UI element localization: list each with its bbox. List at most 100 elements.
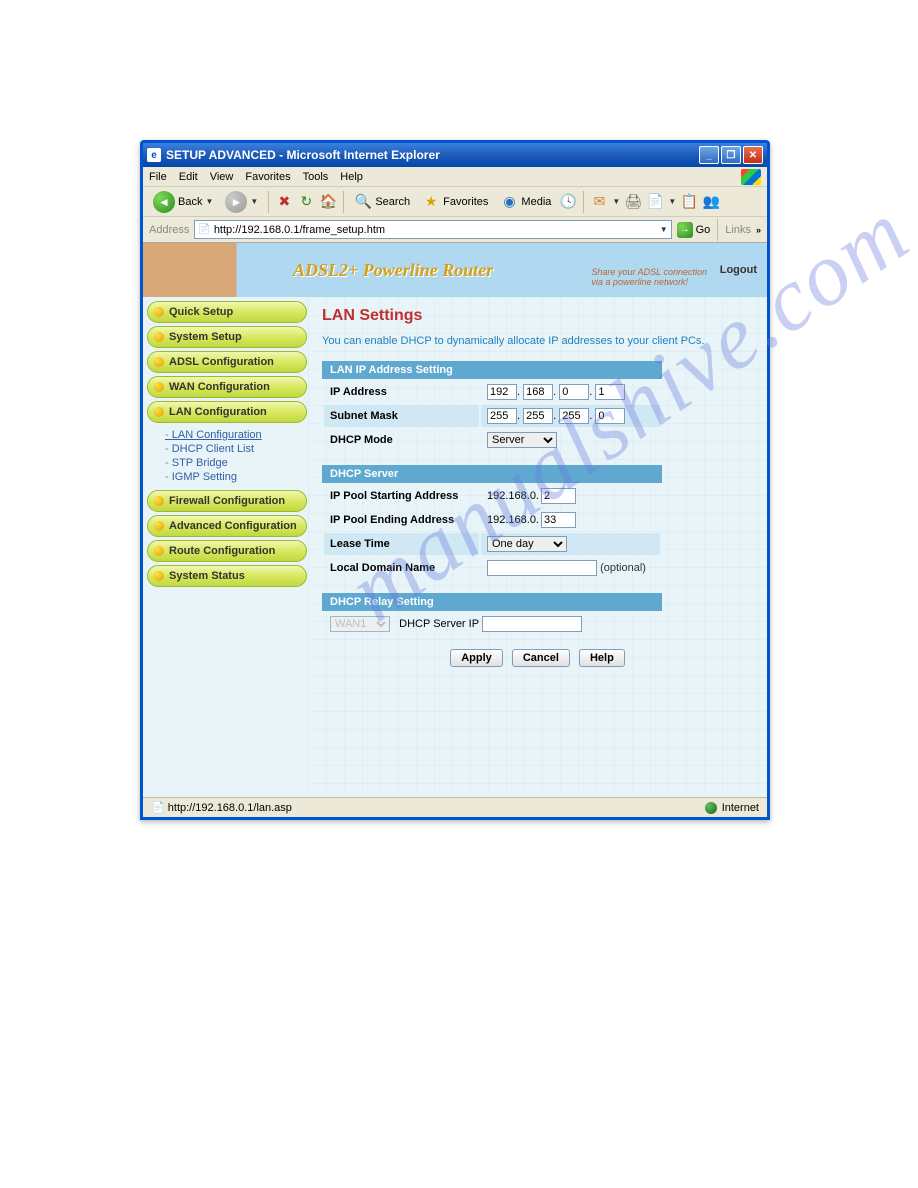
subnav-stp-bridge[interactable]: STP Bridge bbox=[165, 456, 304, 470]
nav-route-config[interactable]: Route Configuration bbox=[147, 540, 307, 562]
links-button[interactable]: Links bbox=[725, 224, 751, 236]
nav-system-setup[interactable]: System Setup bbox=[147, 326, 307, 348]
go-icon: → bbox=[677, 222, 693, 238]
chevron-down-icon: ▼ bbox=[668, 197, 676, 206]
messenger-icon[interactable]: 👥 bbox=[702, 193, 720, 211]
mail-icon[interactable]: ✉ bbox=[590, 193, 608, 211]
address-input[interactable] bbox=[214, 224, 656, 236]
subnet-mask-fields: . . . bbox=[481, 405, 660, 427]
favorites-button[interactable]: ★ Favorites bbox=[418, 191, 492, 213]
pool-end-input[interactable] bbox=[541, 512, 576, 528]
pool-end-label: IP Pool Ending Address bbox=[324, 509, 479, 531]
forward-button[interactable]: ► ▼ bbox=[221, 189, 262, 215]
menu-edit[interactable]: Edit bbox=[179, 171, 198, 183]
subnav-lan-configuration[interactable]: LAN Configuration bbox=[165, 428, 304, 442]
dhcp-server-ip-label: DHCP Server IP bbox=[399, 618, 479, 630]
lease-time-select[interactable]: One day bbox=[487, 536, 567, 552]
nav-advanced-config[interactable]: Advanced Configuration bbox=[147, 515, 307, 537]
favorites-label: Favorites bbox=[443, 196, 488, 208]
nav-system-status[interactable]: System Status bbox=[147, 565, 307, 587]
local-domain-label: Local Domain Name bbox=[324, 557, 479, 579]
nav-quick-setup[interactable]: Quick Setup bbox=[147, 301, 307, 323]
home-icon[interactable]: 🏠 bbox=[319, 193, 337, 211]
local-domain-input[interactable] bbox=[487, 560, 597, 576]
help-button[interactable]: Help bbox=[579, 649, 625, 667]
menu-favorites[interactable]: Favorites bbox=[245, 171, 290, 183]
window-title: SETUP ADVANCED - Microsoft Internet Expl… bbox=[166, 148, 440, 162]
back-icon: ◄ bbox=[153, 191, 175, 213]
search-icon: 🔍 bbox=[354, 193, 372, 211]
dot-icon bbox=[154, 307, 164, 317]
edit-icon[interactable]: 📄 bbox=[646, 193, 664, 211]
ip-prefix: 192.168.0. bbox=[487, 514, 539, 526]
go-button[interactable]: → Go bbox=[677, 222, 711, 238]
menu-file[interactable]: File bbox=[149, 171, 167, 183]
nav-firewall-config[interactable]: Firewall Configuration bbox=[147, 490, 307, 512]
logout-link[interactable]: Logout bbox=[720, 264, 757, 276]
history-icon[interactable]: 🕓 bbox=[559, 193, 577, 211]
separator bbox=[268, 191, 269, 213]
page-icon: 📄 bbox=[198, 224, 210, 235]
print-icon[interactable]: 🖨 bbox=[624, 193, 642, 211]
nav-label: WAN Configuration bbox=[169, 381, 270, 393]
mask-octet-3[interactable] bbox=[559, 408, 589, 424]
subnav-dhcp-client-list[interactable]: DHCP Client List bbox=[165, 442, 304, 456]
dhcp-server-ip-input[interactable] bbox=[482, 616, 582, 632]
ip-octet-4[interactable] bbox=[595, 384, 625, 400]
stop-icon[interactable]: ✖ bbox=[275, 193, 293, 211]
dhcp-server-table: IP Pool Starting Address 192.168.0. IP P… bbox=[322, 483, 662, 581]
browser-window: e SETUP ADVANCED - Microsoft Internet Ex… bbox=[140, 140, 770, 820]
media-label: Media bbox=[521, 196, 551, 208]
forward-icon: ► bbox=[225, 191, 247, 213]
cancel-button[interactable]: Cancel bbox=[512, 649, 570, 667]
separator bbox=[343, 191, 344, 213]
dot-icon bbox=[154, 571, 164, 581]
nav-label: System Status bbox=[169, 570, 245, 582]
pool-start-label: IP Pool Starting Address bbox=[324, 485, 479, 507]
maximize-button[interactable]: ❐ bbox=[721, 146, 741, 164]
menu-tools[interactable]: Tools bbox=[303, 171, 329, 183]
router-banner: ADSL2+ Powerline Router Share your ADSL … bbox=[143, 243, 767, 297]
pool-start-input[interactable] bbox=[541, 488, 576, 504]
apply-button[interactable]: Apply bbox=[450, 649, 503, 667]
lease-time-label: Lease Time bbox=[324, 533, 479, 555]
minimize-button[interactable]: _ bbox=[699, 146, 719, 164]
search-button[interactable]: 🔍 Search bbox=[350, 191, 414, 213]
dot-icon bbox=[154, 496, 164, 506]
menu-view[interactable]: View bbox=[210, 171, 234, 183]
dhcp-relay-table: WAN1 DHCP Server IP bbox=[322, 611, 662, 637]
ip-octet-1[interactable] bbox=[487, 384, 517, 400]
nav-label: Quick Setup bbox=[169, 306, 233, 318]
dhcp-mode-select[interactable]: Server bbox=[487, 432, 557, 448]
menu-help[interactable]: Help bbox=[340, 171, 363, 183]
separator bbox=[717, 219, 718, 241]
nav-lan-config[interactable]: LAN Configuration bbox=[147, 401, 307, 423]
ip-address-label: IP Address bbox=[324, 381, 479, 403]
nav-wan-config[interactable]: WAN Configuration bbox=[147, 376, 307, 398]
dot-icon bbox=[154, 382, 164, 392]
ip-octet-3[interactable] bbox=[559, 384, 589, 400]
internet-icon bbox=[705, 802, 717, 814]
nav-label: LAN Configuration bbox=[169, 406, 267, 418]
search-label: Search bbox=[375, 196, 410, 208]
address-input-wrap[interactable]: 📄 ▼ bbox=[194, 220, 671, 239]
refresh-icon[interactable]: ↻ bbox=[297, 193, 315, 211]
close-button[interactable]: ✕ bbox=[743, 146, 763, 164]
chevron-down-icon: ▼ bbox=[205, 197, 213, 206]
subnav-igmp-setting[interactable]: IGMP Setting bbox=[165, 470, 304, 484]
chevron-down-icon[interactable]: ▼ bbox=[660, 225, 668, 234]
button-row: Apply Cancel Help bbox=[322, 649, 753, 667]
mask-octet-2[interactable] bbox=[523, 408, 553, 424]
media-button[interactable]: ◉ Media bbox=[496, 191, 555, 213]
discuss-icon[interactable]: 📋 bbox=[680, 193, 698, 211]
mask-octet-4[interactable] bbox=[595, 408, 625, 424]
ip-address-fields: . . . bbox=[481, 381, 660, 403]
status-zone: Internet bbox=[705, 802, 759, 814]
chevron-right-icon: » bbox=[756, 225, 761, 235]
nav-adsl-config[interactable]: ADSL Configuration bbox=[147, 351, 307, 373]
mask-octet-1[interactable] bbox=[487, 408, 517, 424]
dot-icon bbox=[154, 521, 164, 531]
ip-octet-2[interactable] bbox=[523, 384, 553, 400]
relay-interface-select[interactable]: WAN1 bbox=[330, 616, 390, 632]
back-button[interactable]: ◄ Back ▼ bbox=[149, 189, 217, 215]
